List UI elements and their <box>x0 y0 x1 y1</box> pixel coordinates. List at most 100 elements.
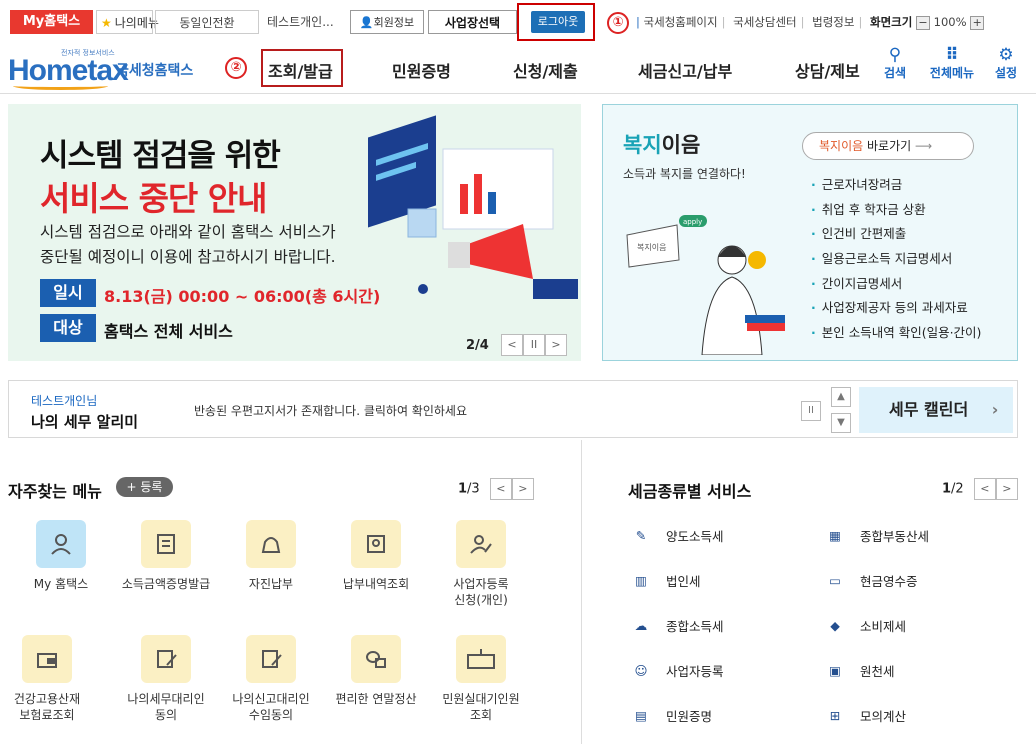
svc-item-biz-registration[interactable]: ☺ 사업자등록 <box>628 657 723 683</box>
svc-item-corporate-tax[interactable]: ▥ 법인세 <box>628 567 700 593</box>
banner-pager: 2/4 < II > <box>466 334 567 356</box>
svc-item-transfer-tax[interactable]: ✎ 양도소득세 <box>628 522 724 548</box>
settings-label: 설정 <box>994 66 1018 80</box>
welfare-panel[interactable]: 복지이음 소득과 복지를 연결하다! 복지이음 바로가기 ⟶ 근로자녀장려금 취… <box>602 104 1018 361</box>
notifier-down-button[interactable]: ▼ <box>831 413 851 433</box>
business-select-button[interactable]: 사업장선택 <box>428 10 517 34</box>
tax-services-title: 세금종류별 서비스 <box>628 482 752 501</box>
fav-item-label: 나의신고대리인 수임동의 <box>232 692 310 722</box>
document-icon <box>141 520 191 568</box>
calculator-icon: ⊞ <box>829 707 841 723</box>
banner-desc-2: 중단될 예정이니 이용에 참고하시기 바랍니다. <box>40 248 336 266</box>
welfare-title-rest: 이음 <box>661 133 701 157</box>
fav-item-label: 편리한 연말정산 <box>335 692 417 706</box>
svc-item-mock-calculation[interactable]: ⊞ 모의계산 <box>822 702 906 728</box>
tax-services-page-total: /2 <box>951 481 964 497</box>
fav-item-waiting-count[interactable]: 민원실대기인원 조회 <box>426 635 536 723</box>
cross-switch-button[interactable]: 동일인전환 <box>155 10 259 34</box>
favorites-prev-button[interactable]: < <box>489 478 512 500</box>
notifier-up-button[interactable]: ▲ <box>831 387 851 407</box>
welfare-bubble-text: apply <box>683 218 702 226</box>
fav-item-payment-history[interactable]: 납부내역조회 <box>321 520 431 592</box>
money-bag-icon <box>246 520 296 568</box>
screen-size-label: 화면크기 <box>870 15 913 29</box>
svc-item-withholding-tax[interactable]: ▣ 원천세 <box>822 657 895 683</box>
list-item[interactable]: 간이지급명세서 <box>811 272 981 297</box>
fav-item-insurance[interactable]: 건강고용산재 보험료조회 <box>0 635 102 723</box>
hometax-logo[interactable]: 전자적 정보서비스 Hometax 국세청홈택스 <box>8 46 198 90</box>
cash-receipt-icon: ▭ <box>829 572 841 588</box>
queue-display-icon <box>456 635 506 683</box>
svc-item-label: 원천세 <box>860 663 895 679</box>
receipt-icon <box>351 520 401 568</box>
marker-2: ② <box>225 57 247 79</box>
list-item[interactable]: 인건비 간편제출 <box>811 222 981 247</box>
fav-item-report-agent-consent[interactable]: 나의신고대리인 수임동의 <box>216 635 326 723</box>
tax-calendar-label: 세무 캘린더 <box>889 400 969 419</box>
favorites-register-button[interactable]: + 등록 <box>116 477 173 497</box>
search-icon: ⚲ <box>888 45 902 65</box>
tax-services-prev-button[interactable]: < <box>973 478 996 500</box>
notifier-pause-button[interactable]: II <box>801 401 821 421</box>
maintenance-banner[interactable]: 시스템 점검을 위한 서비스 중단 안내 시스템 점검으로 아래와 같이 홈택스… <box>8 104 581 361</box>
svc-item-income-tax[interactable]: ☁ 종합소득세 <box>628 612 724 638</box>
nav-item-inquiry[interactable]: 조회/발급 <box>268 58 333 82</box>
link-nts-homepage[interactable]: 국세청홈페이지 <box>644 15 718 29</box>
svc-item-cash-receipt[interactable]: ▭ 현금영수증 <box>822 567 917 593</box>
banner-prev-button[interactable]: < <box>500 334 523 356</box>
fav-item-label: My 홈택스 <box>33 577 89 591</box>
link-nts-center[interactable]: 국세상담센터 <box>733 15 796 29</box>
settings-button[interactable]: ⚙ 설정 <box>990 46 1022 81</box>
nav-item-tax-report[interactable]: 세금신고/납부 <box>638 58 732 82</box>
zoom-out-button[interactable]: − <box>915 15 930 30</box>
all-menu-button[interactable]: ⠿ 전체메뉴 <box>924 46 980 81</box>
my-hometax-button[interactable]: My홈택스 <box>10 10 93 34</box>
member-info-button[interactable]: 👤회원정보 <box>350 10 424 34</box>
welfare-title: 복지이음 <box>623 129 700 159</box>
fav-item-self-payment[interactable]: 자진납부 <box>216 520 326 592</box>
tax-services-next-button[interactable]: > <box>995 478 1018 500</box>
svc-item-consumption-tax[interactable]: ◆ 소비제세 <box>822 612 906 638</box>
my-menu-button[interactable]: ★ 나의메뉴 <box>96 10 159 34</box>
banner-pause-button[interactable]: II <box>522 334 545 356</box>
fav-item-my-hometax[interactable]: My 홈택스 <box>6 520 116 592</box>
fav-item-biz-registration[interactable]: 사업자등록 신청(개인) <box>426 520 536 608</box>
favorites-title: 자주찾는 메뉴 <box>8 482 102 501</box>
link-law-info[interactable]: 법령정보 <box>812 15 854 29</box>
list-item[interactable]: 일용근로소득 지급명세서 <box>811 247 981 272</box>
tax-calendar-button[interactable]: 세무 캘린더 › <box>859 387 1013 433</box>
svc-item-property-tax[interactable]: ▦ 종합부동산세 <box>822 522 929 548</box>
nav-item-consult[interactable]: 상담/제보 <box>795 58 860 82</box>
list-item[interactable]: 취업 후 학자금 상환 <box>811 198 981 223</box>
favorites-next-button[interactable]: > <box>511 478 534 500</box>
sign-icon <box>246 635 296 683</box>
list-item[interactable]: 사업장제공자 등의 과세자료 <box>811 296 981 321</box>
list-item[interactable]: 근로자녀장려금 <box>811 173 981 198</box>
tax-services-pager: 1/2 < > <box>942 478 1018 500</box>
svc-item-label: 모의계산 <box>860 708 907 724</box>
welfare-sign-text: 복지이음 <box>637 242 666 252</box>
nav-item-civil-cert[interactable]: 민원증명 <box>392 58 451 82</box>
star-icon: ★ <box>101 16 112 30</box>
welfare-goto-button[interactable]: 복지이음 바로가기 ⟶ <box>802 132 974 160</box>
section-divider <box>581 440 582 744</box>
zoom-in-button[interactable]: + <box>970 15 985 30</box>
banner-target-value: 홈택스 전체 서비스 <box>104 322 233 341</box>
fav-item-label: 자진납부 <box>248 577 294 591</box>
banner-tag-target: 대상 <box>40 314 96 342</box>
banner-next-button[interactable]: > <box>544 334 567 356</box>
person-icon: 👤 <box>359 16 374 29</box>
tax-services-page-current: 1 <box>942 481 952 497</box>
fav-item-year-end-settlement[interactable]: 편리한 연말정산 <box>321 635 431 707</box>
nav-item-apply-submit[interactable]: 신청/제출 <box>513 58 578 82</box>
member-info-label: 회원정보 <box>373 16 415 29</box>
list-item[interactable]: 본인 소득내역 확인(일용·간이) <box>811 321 982 346</box>
fav-item-tax-agent-consent[interactable]: 나의세무대리인 동의 <box>111 635 221 723</box>
logout-button[interactable]: 로그아웃 <box>531 11 585 33</box>
transfer-icon: ✎ <box>635 527 647 543</box>
svc-item-civil-certificate[interactable]: ▤ 민원증명 <box>628 702 712 728</box>
search-button[interactable]: ⚲ 검색 <box>880 46 910 81</box>
notifier-message[interactable]: 반송된 우편고지서가 존재합니다. 클릭하여 확인하세요 <box>194 402 467 419</box>
favorites-page-current: 1 <box>458 481 468 497</box>
fav-item-income-cert[interactable]: 소득금액증명발급 <box>111 520 221 592</box>
